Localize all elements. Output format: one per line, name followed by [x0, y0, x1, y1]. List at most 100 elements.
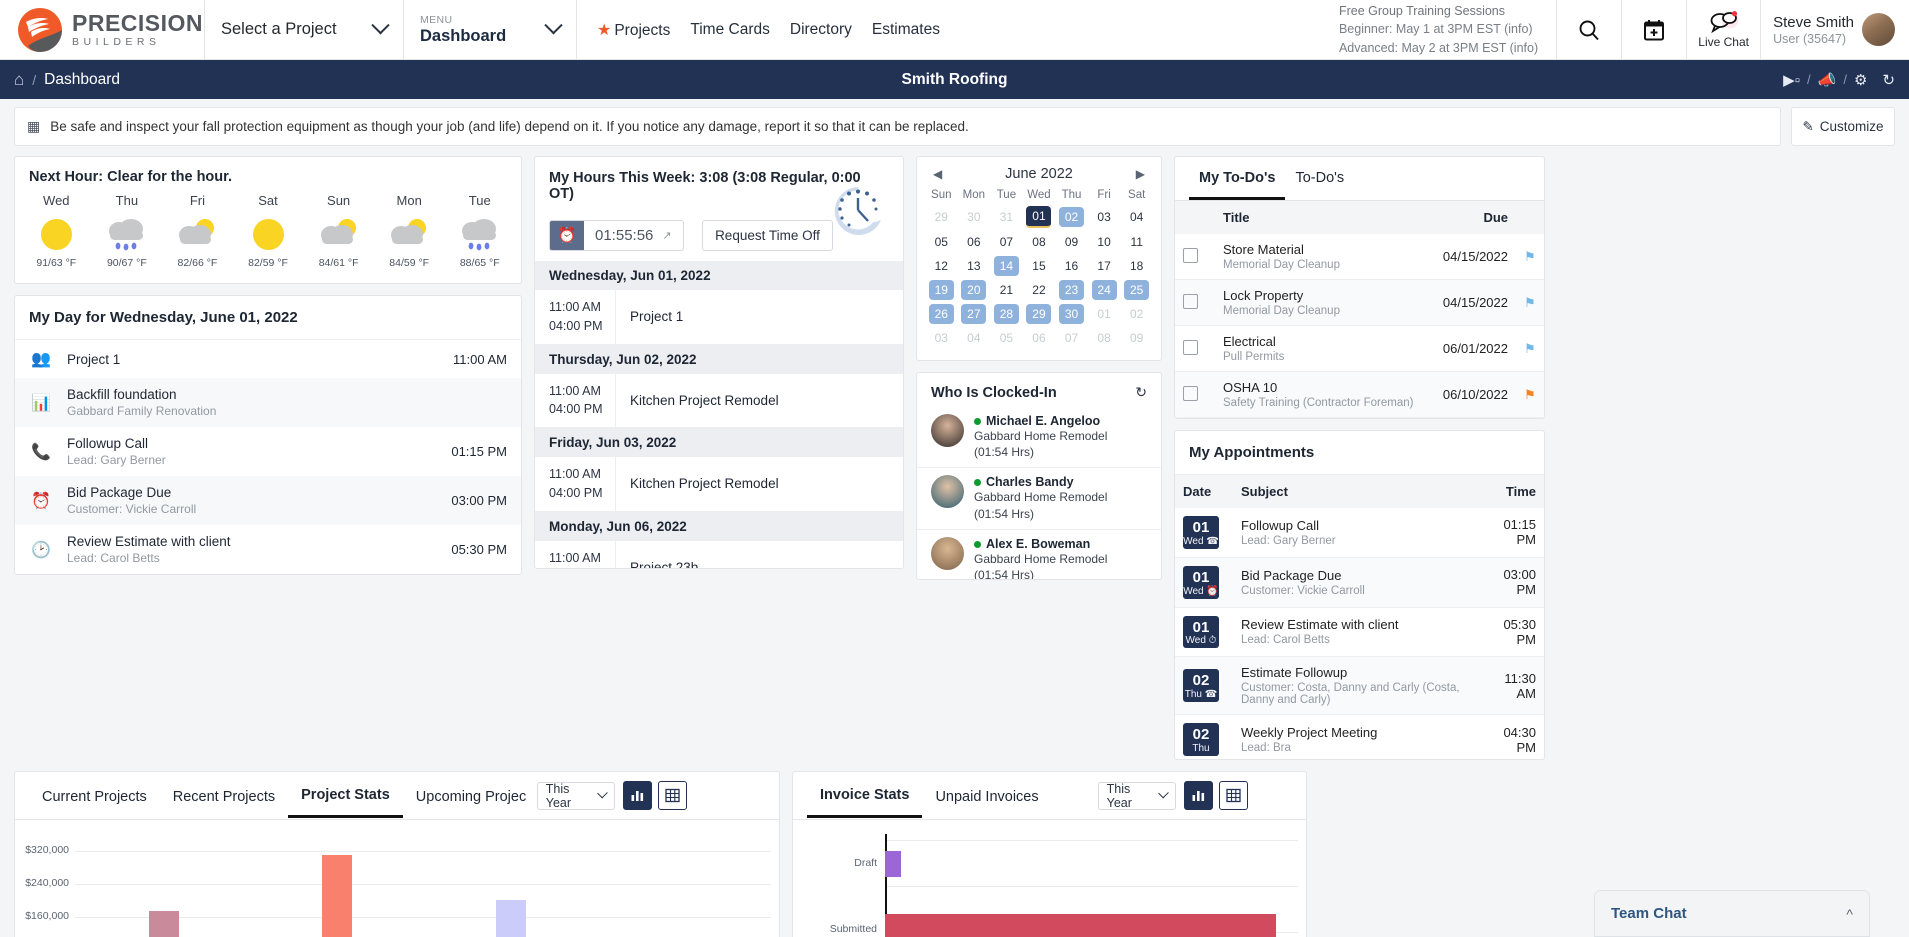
calendar-day[interactable]: 20	[961, 280, 986, 300]
search-button[interactable]	[1557, 0, 1622, 59]
flag-icon[interactable]: ⚑	[1524, 249, 1536, 264]
calendar-day[interactable]: 02	[1124, 304, 1149, 324]
calendar-day[interactable]: 31	[994, 207, 1019, 227]
chart-bar[interactable]	[149, 911, 179, 937]
tab-invoice-stats[interactable]: Invoice Stats	[807, 773, 922, 818]
todo-checkbox[interactable]	[1183, 340, 1198, 355]
tab-todos[interactable]: To-Do's	[1285, 157, 1354, 200]
hours-slot[interactable]: 11:00 AM 04:00 PM Project 23b	[535, 541, 903, 570]
menu-select[interactable]: MENU Dashboard	[404, 0, 577, 59]
table-row[interactable]: 01 Wed ☎ Followup Call Lead: Gary Berner…	[1175, 508, 1544, 557]
table-row[interactable]: Store Material Memorial Day Cleanup 04/1…	[1175, 234, 1544, 280]
calendar-day[interactable]: 30	[961, 207, 986, 227]
calendar-day[interactable]: 30	[1059, 304, 1084, 324]
promo-line2[interactable]: Beginner: May 1 at 3PM EST (info)	[1339, 20, 1538, 38]
table-row[interactable]: OSHA 10 Safety Training (Contractor Fore…	[1175, 372, 1544, 418]
hours-slot[interactable]: 11:00 AM 04:00 PM Project 1	[535, 290, 903, 345]
project-stats-chart-view-button[interactable]	[623, 781, 652, 810]
history-icon[interactable]: ↻	[1882, 71, 1895, 89]
calendar-day[interactable]: 27	[961, 304, 986, 324]
calendar-day[interactable]: 08	[1026, 232, 1051, 252]
gear-icon[interactable]: ⚙	[1854, 71, 1867, 89]
chevron-up-icon[interactable]: ^	[1846, 906, 1853, 922]
chart-bar[interactable]	[496, 900, 526, 937]
table-row[interactable]: Electrical Pull Permits 06/01/2022 ⚑	[1175, 326, 1544, 372]
brand-logo[interactable]: PRECISION BUILDERS	[0, 0, 205, 59]
calendar-day[interactable]: 26	[929, 304, 954, 324]
tab-unpaid-invoices[interactable]: Unpaid Invoices	[922, 775, 1051, 817]
calendar-day[interactable]: 29	[1026, 304, 1051, 324]
table-row[interactable]: 01 Wed ⏱ Review Estimate with client Lea…	[1175, 607, 1544, 657]
tab-upcoming-projects[interactable]: Upcoming Projec	[403, 775, 533, 817]
calendar-day[interactable]: 28	[994, 304, 1019, 324]
table-row[interactable]: 01 Wed ⏰ Bid Package Due Customer: Vicki…	[1175, 557, 1544, 607]
calendar-day[interactable]: 04	[961, 328, 986, 348]
table-row[interactable]: Lock Property Memorial Day Cleanup 04/15…	[1175, 280, 1544, 326]
refresh-icon[interactable]: ↻	[1135, 384, 1147, 401]
todo-checkbox[interactable]	[1183, 386, 1198, 401]
my-day-row[interactable]: 👥 Project 1 11:00 AM	[15, 340, 521, 378]
calendar-day[interactable]: 03	[929, 328, 954, 348]
chart-bar[interactable]	[885, 851, 901, 877]
calendar-day[interactable]: 04	[1124, 207, 1149, 227]
calendar-day[interactable]: 18	[1124, 256, 1149, 276]
my-day-row[interactable]: 📊 Backfill foundation Gabbard Family Ren…	[15, 378, 521, 427]
tab-my-todos[interactable]: My To-Do's	[1189, 157, 1285, 200]
video-icon[interactable]: ▶▫	[1783, 71, 1800, 89]
my-day-row[interactable]: 🕑 Review Estimate with client Lead: Caro…	[15, 525, 521, 574]
calendar-day[interactable]: 13	[961, 256, 986, 276]
tab-current-projects[interactable]: Current Projects	[29, 775, 160, 817]
calendar-day[interactable]: 15	[1026, 256, 1051, 276]
hours-slot[interactable]: 11:00 AM 04:00 PM Kitchen Project Remode…	[535, 374, 903, 429]
calendar-day[interactable]: 11	[1124, 232, 1149, 252]
project-stats-range-select[interactable]: This Year	[537, 782, 615, 810]
calendar-day[interactable]: 19	[929, 280, 954, 300]
my-day-row[interactable]: ⏰ Bid Package Due Customer: Vickie Carro…	[15, 476, 521, 525]
clocked-in-person[interactable]: Charles Bandy Gabbard Home Remodel (01:5…	[917, 468, 1161, 529]
tab-recent-projects[interactable]: Recent Projects	[160, 775, 288, 817]
invoice-stats-table-view-button[interactable]	[1219, 781, 1248, 810]
nav-link-projects[interactable]: ★Projects	[597, 20, 670, 40]
tab-project-stats[interactable]: Project Stats	[288, 773, 403, 818]
table-row[interactable]: 02 Thu Weekly Project Meeting Lead: Bra …	[1175, 715, 1544, 760]
calendar-day[interactable]: 03	[1092, 207, 1117, 227]
calendar-day[interactable]: 29	[929, 207, 954, 227]
calendar-day[interactable]: 06	[1026, 328, 1051, 348]
nav-link-directory[interactable]: Directory	[790, 21, 852, 39]
chart-bar[interactable]	[885, 914, 1276, 937]
flag-icon[interactable]: ⚑	[1524, 387, 1536, 402]
promo-line3[interactable]: Advanced: May 2 at 3PM EST (info)	[1339, 39, 1538, 57]
calendar-day[interactable]: 05	[929, 232, 954, 252]
clocked-in-person[interactable]: Michael E. Angeloo Gabbard Home Remodel …	[917, 407, 1161, 468]
calendar-day[interactable]: 01	[1026, 206, 1051, 228]
prev-arrow-icon[interactable]: ◀	[933, 167, 942, 181]
invoice-stats-range-select[interactable]: This Year	[1098, 782, 1176, 810]
request-time-off-button[interactable]: Request Time Off	[702, 220, 833, 251]
home-icon[interactable]: ⌂	[14, 70, 24, 90]
active-timer[interactable]: ⏰ 01:55:56 ↗	[549, 220, 684, 251]
my-day-row[interactable]: 📞 Followup Call Lead: Gary Berner 01:15 …	[15, 427, 521, 476]
project-select[interactable]: Select a Project	[205, 0, 404, 59]
team-chat-widget[interactable]: Team Chat ^	[1594, 890, 1870, 937]
calendar-day[interactable]: 17	[1092, 256, 1117, 276]
calendar-day[interactable]: 09	[1059, 232, 1084, 252]
nav-link-estimates[interactable]: Estimates	[872, 21, 940, 39]
calendar-day[interactable]: 09	[1124, 328, 1149, 348]
flag-icon[interactable]: ⚑	[1524, 341, 1536, 356]
live-chat-button[interactable]: Live Chat	[1687, 0, 1761, 59]
calendar-day[interactable]: 07	[994, 232, 1019, 252]
table-row[interactable]: 02 Thu ☎ Estimate Followup Customer: Cos…	[1175, 657, 1544, 715]
calendar-day[interactable]: 07	[1059, 328, 1084, 348]
todo-checkbox[interactable]	[1183, 248, 1198, 263]
hours-slot[interactable]: 11:00 AM 04:00 PM Kitchen Project Remode…	[535, 457, 903, 512]
calendar-day[interactable]: 24	[1092, 280, 1117, 300]
calendar-day[interactable]: 08	[1092, 328, 1117, 348]
calendar-day[interactable]: 06	[961, 232, 986, 252]
breadcrumb-page[interactable]: Dashboard	[44, 71, 120, 89]
megaphone-icon[interactable]: 📣	[1818, 71, 1837, 89]
nav-link-time-cards[interactable]: Time Cards	[690, 21, 770, 39]
clocked-in-person[interactable]: Alex E. Boweman Gabbard Home Remodel (01…	[917, 530, 1161, 580]
todo-checkbox[interactable]	[1183, 294, 1198, 309]
calendar-day[interactable]: 05	[994, 328, 1019, 348]
calendar-day[interactable]: 02	[1059, 207, 1084, 227]
